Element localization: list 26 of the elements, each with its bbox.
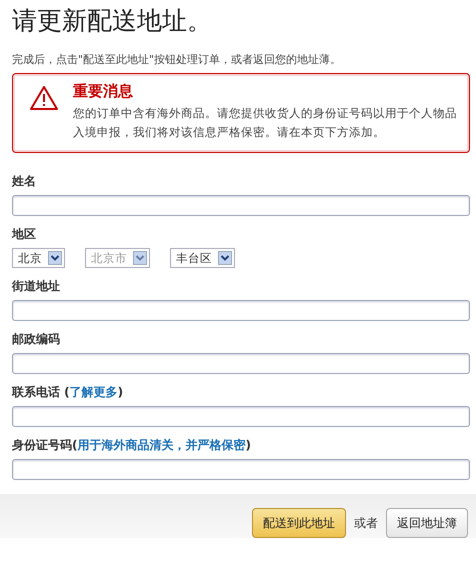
caret-icon (218, 251, 232, 265)
caret-icon (133, 251, 147, 265)
field-label: 联系电话 (了解更多) (12, 384, 124, 401)
caret-icon (48, 251, 62, 265)
back-to-address-book-button[interactable]: 返回地址簿 (386, 508, 468, 538)
field-label: 街道地址 (12, 278, 61, 295)
alert-message: 您的订单中含有海外商品。请您提供收货人的身份证号码以用于个人物品入境申报，我们将对该信息严格保密。请在本页下方添加。 (73, 105, 457, 141)
region-dropdown[interactable]: 丰台区 (170, 248, 235, 268)
instructions-text: 完成后，点击"配送至此地址"按钮处理订单，或者返回您的地址薄。 (12, 52, 342, 67)
input-field[interactable] (12, 353, 470, 374)
input-field[interactable] (12, 195, 470, 216)
ship-to-address-button[interactable]: 配送到此地址 (252, 508, 346, 538)
field-label: 地区 (12, 226, 37, 243)
region-dropdown[interactable]: 北京 (12, 248, 65, 268)
field-label: 邮政编码 (12, 331, 61, 348)
or-text: 或者 (354, 514, 378, 532)
warning-icon (29, 85, 59, 111)
field-label: 身份证号码(用于海外商品清关，并严格保密) (12, 437, 252, 454)
page-title: 请更新配送地址。 (11, 5, 213, 37)
input-field[interactable] (12, 459, 470, 480)
alert-title: 重要消息 (73, 82, 134, 101)
info-link[interactable]: 用于海外商品清关，并严格保密 (77, 438, 246, 452)
input-field[interactable] (12, 406, 470, 427)
field-label: 姓名 (12, 173, 37, 190)
input-field[interactable] (12, 300, 470, 321)
info-link[interactable]: 了解更多 (70, 385, 118, 399)
